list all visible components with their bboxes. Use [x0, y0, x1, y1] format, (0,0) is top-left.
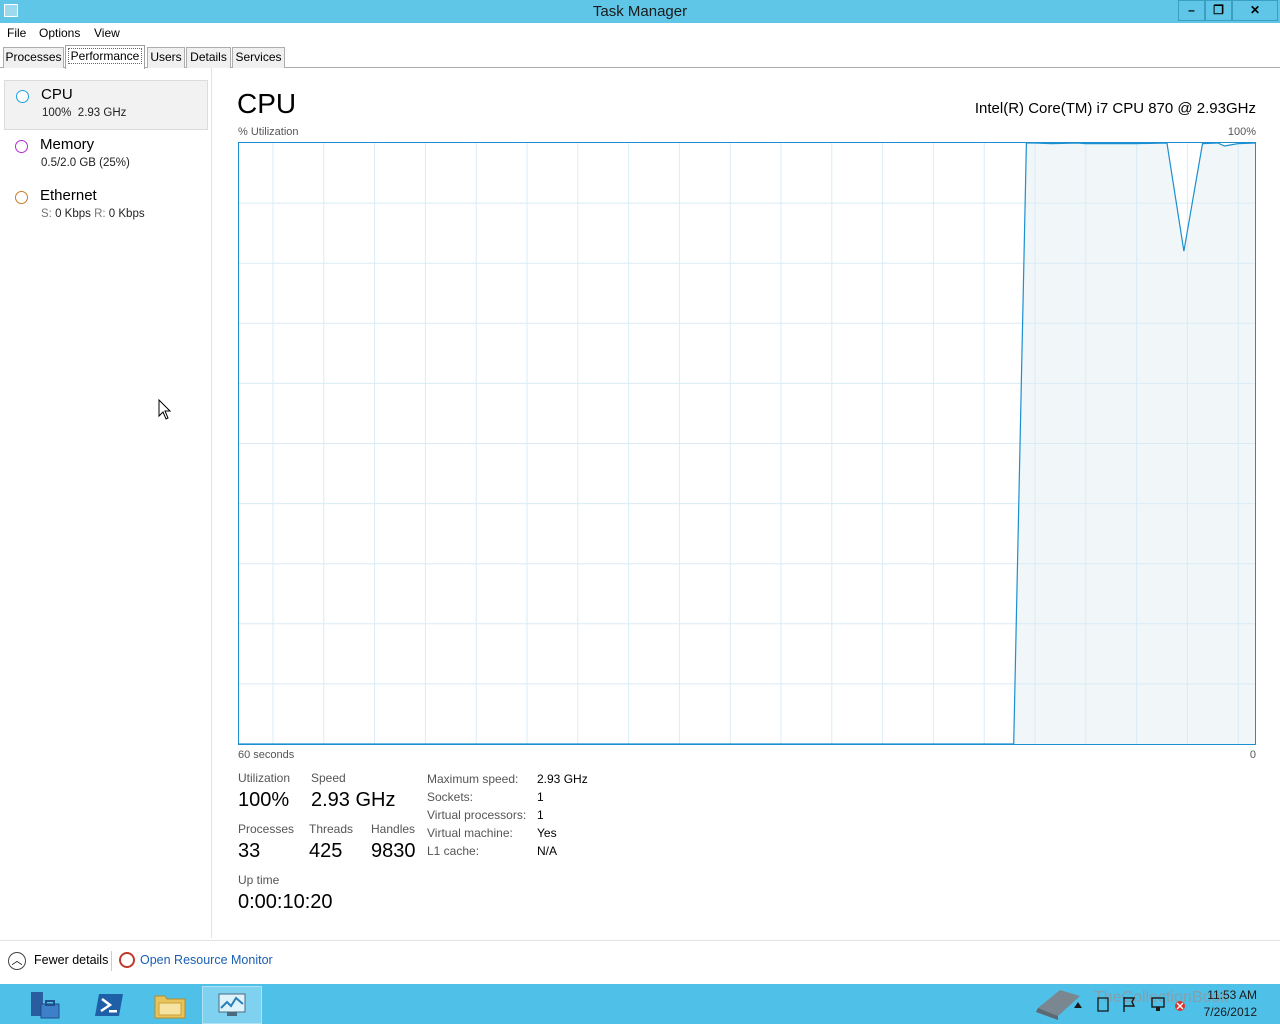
- tab-services-label: Services: [235, 50, 282, 64]
- cpu-utilization-chart: [238, 142, 1256, 745]
- tab-users-label: Users: [150, 50, 182, 64]
- sidebar-item-title: Memory: [40, 136, 95, 153]
- clock-date[interactable]: 7/26/2012: [1203, 1005, 1257, 1019]
- handles-value: 9830: [371, 840, 416, 862]
- utilization-value: 100%: [238, 789, 290, 811]
- system-tray-icons: [1074, 997, 1185, 1012]
- taskbar-file-explorer[interactable]: [141, 986, 199, 1024]
- tab-services[interactable]: Services: [232, 47, 285, 68]
- cpu-indicator-icon: [16, 90, 29, 103]
- tab-performance[interactable]: Performance: [65, 45, 145, 69]
- spec-value: 1: [537, 790, 544, 804]
- sidebar-item-title: Ethernet: [40, 187, 97, 204]
- performance-panel: CPU Intel(R) Core(TM) i7 CPU 870 @ 2.93G…: [213, 68, 1280, 938]
- spec-value: 1: [537, 808, 544, 822]
- receive-label: R:: [94, 208, 106, 220]
- folder-icon: [154, 995, 186, 1019]
- taskbar-task-manager[interactable]: [202, 986, 262, 1024]
- threads-label: Threads: [309, 822, 354, 836]
- page-title: CPU: [237, 88, 297, 119]
- spec-label: Maximum speed:: [427, 772, 519, 786]
- spec-value: 2.93 GHz: [537, 772, 588, 786]
- spec-value: Yes: [537, 826, 557, 840]
- tab-bar: Processes Performance Users Details Serv…: [0, 43, 1280, 69]
- processes-label: Processes: [238, 822, 295, 836]
- processes-value: 33: [238, 840, 261, 862]
- minimize-button[interactable]: –: [1178, 0, 1205, 21]
- details-footer: ︿ Fewer details Open Resource Monitor: [0, 940, 1280, 984]
- spec-label: L1 cache:: [427, 844, 480, 858]
- sidebar-item-subtitle: 0.5/2.0 GB (25%): [41, 157, 130, 169]
- menu-options[interactable]: Options: [39, 26, 80, 40]
- tab-users[interactable]: Users: [147, 47, 185, 68]
- speed-stat: Speed 2.93 GHz: [311, 771, 395, 812]
- send-label: S:: [41, 208, 52, 220]
- chart-x-label: 60 seconds: [238, 749, 295, 761]
- uptime-label: Up time: [238, 873, 280, 887]
- send-value: 0 Kbps: [55, 208, 91, 220]
- threads-stat: Threads 425: [309, 822, 353, 863]
- handles-stat: Handles 9830: [371, 822, 416, 863]
- open-resource-monitor-link[interactable]: Open Resource Monitor: [140, 953, 273, 967]
- processes-stat: Processes 33: [238, 822, 294, 863]
- taskbar-powershell[interactable]: [80, 986, 138, 1024]
- menu-view[interactable]: View: [94, 26, 120, 40]
- window-title: Task Manager: [592, 3, 688, 20]
- mouse-pointer-icon: [158, 399, 172, 420]
- task-manager-icon: [218, 993, 246, 1016]
- taskbar: TheCollectionBook 11:53 AM 7/26/2012: [0, 984, 1280, 1024]
- sidebar-item-memory[interactable]: Memory 0.5/2.0 GB (25%): [4, 131, 208, 181]
- fewer-details-button[interactable]: Fewer details: [34, 953, 108, 967]
- spec-label: Virtual processors:: [427, 808, 527, 822]
- resource-sidebar: CPU 100% 2.93 GHz Memory 0.5/2.0 GB (25%…: [0, 68, 212, 938]
- sidebar-item-subtitle: 100% 2.93 GHz: [42, 107, 127, 119]
- menu-file[interactable]: File: [7, 26, 26, 40]
- sidebar-item-title: CPU: [41, 86, 73, 103]
- memory-indicator-icon: [15, 140, 28, 153]
- utilization-stat: Utilization 100%: [238, 771, 290, 812]
- powershell-icon: [95, 994, 123, 1016]
- ethernet-indicator-icon: [15, 191, 28, 204]
- sidebar-item-cpu[interactable]: CPU 100% 2.93 GHz: [4, 80, 208, 130]
- spec-value: N/A: [537, 844, 558, 858]
- close-button[interactable]: ✕: [1232, 0, 1278, 21]
- spec-label: Virtual machine:: [427, 826, 513, 840]
- threads-value: 425: [309, 840, 343, 862]
- spec-label: Sockets:: [427, 790, 474, 804]
- restore-button[interactable]: ❐: [1205, 0, 1232, 21]
- chevron-up-icon[interactable]: ︿: [8, 952, 26, 970]
- uptime-stat: Up time 0:00:10:20: [238, 873, 333, 914]
- tab-details[interactable]: Details: [186, 47, 231, 68]
- cpu-model-name: Intel(R) Core(TM) i7 CPU 870 @ 2.93GHz: [974, 100, 1256, 117]
- menu-bar: File Options View: [0, 23, 1280, 43]
- utilization-label: Utilization: [238, 771, 291, 785]
- speed-value: 2.93 GHz: [311, 789, 396, 811]
- sidebar-item-subtitle: S: 0 Kbps R: 0 Kbps: [41, 208, 145, 220]
- clock-time[interactable]: 11:53 AM: [1203, 988, 1257, 1002]
- tab-processes[interactable]: Processes: [3, 47, 64, 68]
- taskbar-server-manager[interactable]: [16, 986, 74, 1024]
- tab-performance-label: Performance: [67, 48, 143, 64]
- chart-min-label: 0: [1249, 749, 1256, 761]
- chart-max-label: 100%: [1227, 126, 1256, 138]
- resource-monitor-icon[interactable]: [119, 952, 135, 968]
- server-manager-icon: [31, 992, 60, 1019]
- receive-value: 0 Kbps: [108, 208, 145, 220]
- sidebar-item-ethernet[interactable]: Ethernet S: 0 Kbps R: 0 Kbps: [4, 182, 208, 232]
- tab-processes-label: Processes: [5, 50, 62, 64]
- speed-label: Speed: [311, 771, 346, 785]
- chart-y-label: % Utilization: [238, 126, 299, 138]
- handles-label: Handles: [371, 822, 416, 836]
- title-bar: Task Manager – ❐ ✕: [0, 0, 1280, 23]
- tab-details-label: Details: [190, 50, 227, 64]
- footer-divider: [111, 951, 112, 971]
- uptime-value: 0:00:10:20: [238, 891, 333, 913]
